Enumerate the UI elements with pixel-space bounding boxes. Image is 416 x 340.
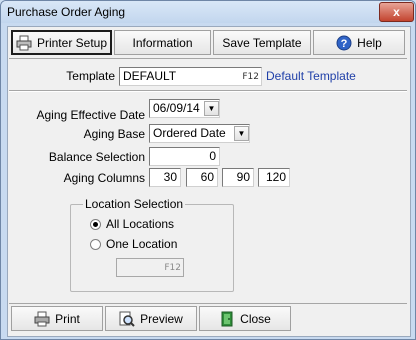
all-locations-radio[interactable] bbox=[90, 219, 101, 230]
top-toolbar: Printer Setup Information Save Template … bbox=[9, 28, 407, 59]
preview-button[interactable]: Preview bbox=[105, 306, 197, 331]
template-value: DEFAULT bbox=[123, 69, 177, 83]
help-icon: ? bbox=[336, 35, 352, 51]
one-location-label[interactable]: One Location bbox=[106, 237, 177, 251]
balance-selection-label: Balance Selection bbox=[48, 150, 145, 164]
aging-column-1-value: 30 bbox=[163, 170, 177, 184]
dialog-body: Printer Setup Information Save Template … bbox=[7, 26, 411, 337]
aging-effective-date-label: Aging Effective Date bbox=[36, 108, 145, 122]
print-button[interactable]: Print bbox=[11, 306, 103, 331]
chevron-down-icon: ▼ bbox=[207, 104, 216, 113]
information-label: Information bbox=[132, 35, 193, 50]
window-close-button[interactable]: x bbox=[379, 2, 414, 22]
bottom-toolbar: Print Preview Close bbox=[9, 303, 407, 334]
print-label: Print bbox=[55, 311, 80, 326]
template-label: Template bbox=[66, 69, 115, 83]
all-locations-label[interactable]: All Locations bbox=[106, 217, 174, 231]
close-icon: x bbox=[393, 5, 400, 19]
preview-icon bbox=[119, 311, 135, 327]
help-button[interactable]: ? Help bbox=[313, 30, 405, 55]
date-dropdown-button[interactable]: ▼ bbox=[204, 101, 219, 116]
printer-setup-button[interactable]: Printer Setup bbox=[11, 30, 112, 55]
location-lookup-key[interactable]: F12 bbox=[164, 261, 181, 276]
aging-effective-date-value: 06/09/14 bbox=[153, 101, 200, 115]
balance-selection-value: 0 bbox=[209, 149, 216, 163]
chevron-down-icon: ▼ bbox=[237, 129, 246, 138]
one-location-radio[interactable] bbox=[90, 239, 101, 250]
svg-text:?: ? bbox=[341, 38, 348, 50]
close-button[interactable]: Close bbox=[199, 306, 291, 331]
template-field[interactable]: DEFAULT F12 bbox=[119, 67, 262, 86]
location-selection-title: Location Selection bbox=[83, 197, 186, 211]
aging-base-label: Aging Base bbox=[83, 127, 145, 141]
aging-column-3-value: 90 bbox=[236, 170, 250, 184]
separator-top bbox=[9, 90, 407, 92]
print-icon bbox=[34, 311, 50, 327]
purchase-order-aging-window: Purchase Order Aging x Printer Setup Inf… bbox=[0, 0, 416, 340]
aging-column-2-field[interactable]: 60 bbox=[186, 168, 218, 187]
aging-column-1-field[interactable]: 30 bbox=[149, 168, 181, 187]
save-template-label: Save Template bbox=[222, 35, 302, 50]
information-button[interactable]: Information bbox=[114, 30, 211, 55]
printer-setup-label: Printer Setup bbox=[36, 35, 108, 50]
preview-label: Preview bbox=[140, 311, 183, 326]
save-template-button[interactable]: Save Template bbox=[213, 30, 311, 55]
printer-icon bbox=[16, 35, 32, 51]
aging-column-4-field[interactable]: 120 bbox=[258, 168, 290, 187]
aging-base-dropdown-button[interactable]: ▼ bbox=[234, 126, 249, 141]
aging-columns-label: Aging Columns bbox=[63, 171, 145, 185]
template-lookup-key[interactable]: F12 bbox=[242, 70, 259, 85]
help-label: Help bbox=[357, 35, 382, 50]
close-door-icon bbox=[219, 311, 235, 327]
title-bar[interactable]: Purchase Order Aging x bbox=[1, 1, 415, 23]
aging-column-4-value: 120 bbox=[265, 170, 286, 184]
aging-base-value: Ordered Date bbox=[153, 126, 226, 140]
aging-column-2-value: 60 bbox=[200, 170, 214, 184]
template-description: Default Template bbox=[266, 69, 356, 83]
close-label: Close bbox=[240, 311, 271, 326]
aging-column-3-field[interactable]: 90 bbox=[222, 168, 254, 187]
balance-selection-field[interactable]: 0 bbox=[149, 147, 220, 166]
one-location-field[interactable]: F12 bbox=[116, 258, 184, 277]
window-title: Purchase Order Aging bbox=[7, 5, 126, 19]
